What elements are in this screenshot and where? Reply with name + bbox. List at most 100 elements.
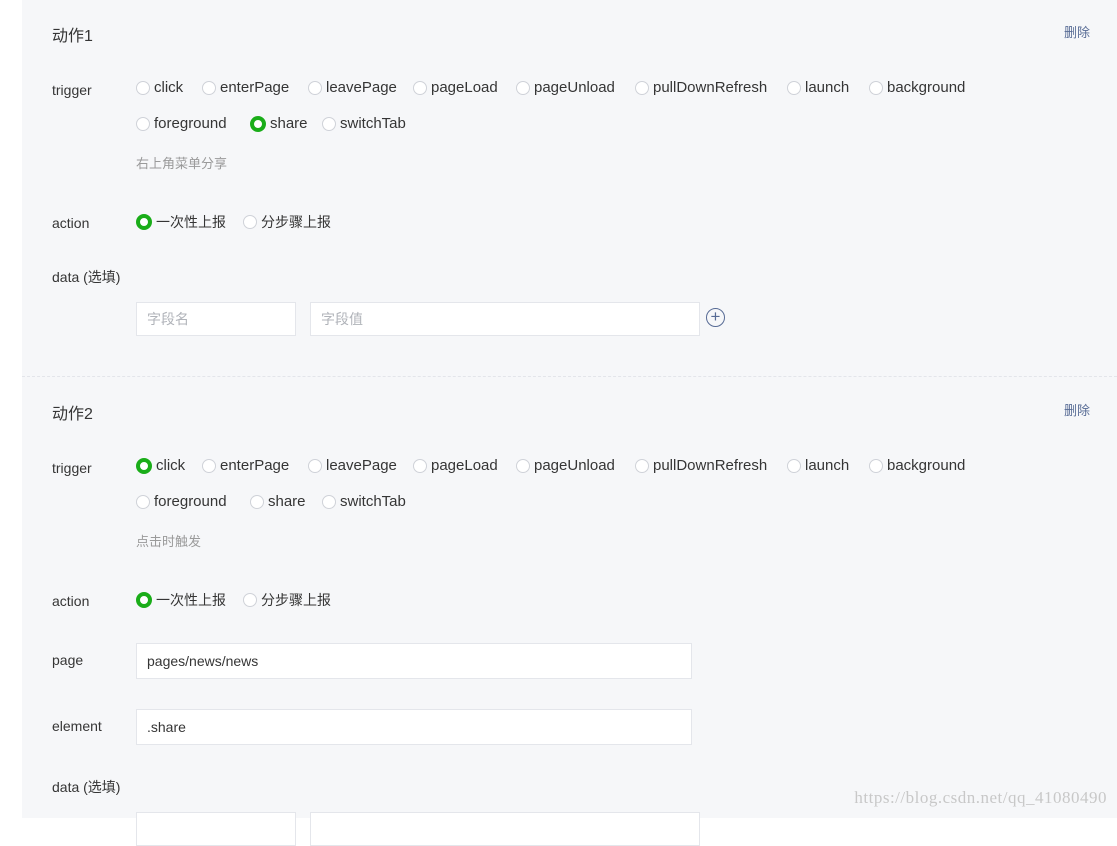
data-label: data (选填) (52, 779, 121, 795)
trigger-option-pageUnload[interactable]: pageUnload (516, 79, 615, 96)
radio-icon[interactable] (243, 215, 257, 229)
field-value-input[interactable]: 字段值 (310, 302, 700, 336)
radio-icon[interactable] (136, 214, 152, 230)
trigger-option-pullDownRefresh[interactable]: pullDownRefresh (635, 79, 767, 96)
radio-icon[interactable] (413, 458, 427, 473)
radio-icon[interactable] (136, 457, 152, 474)
trigger-option-leavePage[interactable]: leavePage (308, 457, 397, 474)
trigger-option-label: launch (805, 457, 850, 474)
trigger-option-launch[interactable]: launch (787, 457, 849, 474)
radio-icon[interactable] (322, 116, 336, 131)
trigger-option-click[interactable]: click (136, 457, 185, 474)
action-option-label: 分步骤上报 (261, 214, 331, 230)
trigger-option-label: leavePage (326, 79, 397, 96)
trigger-option-label: background (887, 457, 966, 474)
radio-icon[interactable] (787, 458, 801, 473)
trigger-option-label: background (887, 79, 966, 96)
action-card-2: 动作2 删除 trigger 点击时触发 action page pages/n… (22, 377, 1117, 846)
page-label: page (52, 652, 84, 668)
trigger-option-background[interactable]: background (869, 457, 965, 474)
trigger-option-label: leavePage (326, 457, 397, 474)
field-name-input[interactable] (136, 812, 296, 846)
data-label: data (选填) (52, 269, 121, 285)
trigger-option-switchTab[interactable]: switchTab (322, 115, 406, 132)
trigger-option-label: pullDownRefresh (653, 79, 768, 96)
trigger-option-label: share (268, 493, 306, 510)
trigger-option-background[interactable]: background (869, 79, 965, 96)
radio-icon[interactable] (308, 80, 322, 95)
trigger-option-label: share (270, 115, 308, 132)
trigger-option-label: switchTab (340, 493, 406, 510)
radio-icon[interactable] (136, 494, 150, 509)
radio-icon[interactable] (308, 458, 322, 473)
trigger-option-pullDownRefresh[interactable]: pullDownRefresh (635, 457, 767, 474)
trigger-option-foreground[interactable]: foreground (136, 493, 227, 510)
field-value-input[interactable] (310, 812, 700, 846)
trigger-option-label: enterPage (220, 79, 290, 96)
trigger-label: trigger (52, 460, 92, 476)
trigger-option-label: pageUnload (534, 79, 615, 96)
watermark: https://blog.csdn.net/qq_41080490 (854, 788, 1107, 807)
trigger-option-pageLoad[interactable]: pageLoad (413, 457, 498, 474)
action-option-label: 一次性上报 (156, 592, 226, 608)
radio-icon[interactable] (250, 115, 266, 132)
radio-icon[interactable] (516, 80, 530, 95)
action-label: action (52, 215, 90, 231)
action-label: action (52, 593, 90, 609)
delete-action-button[interactable]: 删除 (1064, 400, 1090, 419)
trigger-option-enterPage[interactable]: enterPage (202, 79, 289, 96)
radio-icon[interactable] (322, 494, 336, 509)
radio-icon[interactable] (136, 116, 150, 131)
element-input[interactable]: .share (136, 709, 692, 745)
action-title: 动作1 (52, 28, 93, 45)
radio-icon[interactable] (202, 80, 216, 95)
trigger-option-label: pageLoad (431, 457, 498, 474)
action-card-1: 动作1 删除 trigger 右上角菜单分享 action data (选填) … (22, 0, 1117, 376)
action-option-stepwise[interactable]: 分步骤上报 (243, 590, 331, 610)
trigger-option-label: switchTab (340, 115, 406, 132)
trigger-option-leavePage[interactable]: leavePage (308, 79, 397, 96)
radio-icon[interactable] (635, 80, 649, 95)
trigger-option-pageLoad[interactable]: pageLoad (413, 79, 498, 96)
trigger-label: trigger (52, 82, 92, 98)
page-input[interactable]: pages/news/news (136, 643, 692, 679)
trigger-option-label: launch (805, 79, 850, 96)
trigger-option-label: pageUnload (534, 457, 615, 474)
trigger-hint: 点击时触发 (136, 534, 202, 549)
field-name-input[interactable]: 字段名 (136, 302, 296, 336)
add-field-icon[interactable]: + (706, 308, 725, 327)
action-title: 动作2 (52, 406, 93, 423)
action-option-once[interactable]: 一次性上报 (136, 212, 226, 232)
trigger-option-enterPage[interactable]: enterPage (202, 457, 289, 474)
trigger-option-launch[interactable]: launch (787, 79, 849, 96)
trigger-option-switchTab[interactable]: switchTab (322, 493, 406, 510)
trigger-hint: 右上角菜单分享 (136, 156, 228, 171)
trigger-option-label: foreground (154, 115, 227, 132)
radio-icon[interactable] (243, 593, 257, 607)
trigger-option-foreground[interactable]: foreground (136, 115, 227, 132)
action-option-label: 分步骤上报 (261, 592, 331, 608)
radio-icon[interactable] (413, 80, 427, 95)
radio-icon[interactable] (635, 458, 649, 473)
action-option-once[interactable]: 一次性上报 (136, 590, 226, 610)
trigger-option-share[interactable]: share (250, 115, 308, 132)
trigger-option-label: click (156, 457, 186, 474)
radio-icon[interactable] (869, 458, 883, 473)
delete-action-button[interactable]: 删除 (1064, 22, 1090, 41)
radio-icon[interactable] (136, 80, 150, 95)
action-option-label: 一次性上报 (156, 214, 226, 230)
trigger-option-pageUnload[interactable]: pageUnload (516, 457, 615, 474)
radio-icon[interactable] (516, 458, 530, 473)
radio-icon[interactable] (787, 80, 801, 95)
trigger-option-label: click (154, 79, 184, 96)
radio-icon[interactable] (250, 494, 264, 509)
trigger-option-label: pullDownRefresh (653, 457, 768, 474)
radio-icon[interactable] (136, 592, 152, 608)
element-label: element (52, 718, 102, 734)
action-option-stepwise[interactable]: 分步骤上报 (243, 212, 331, 232)
trigger-option-share[interactable]: share (250, 493, 306, 510)
trigger-option-label: pageLoad (431, 79, 498, 96)
radio-icon[interactable] (869, 80, 883, 95)
radio-icon[interactable] (202, 458, 216, 473)
trigger-option-click[interactable]: click (136, 79, 183, 96)
